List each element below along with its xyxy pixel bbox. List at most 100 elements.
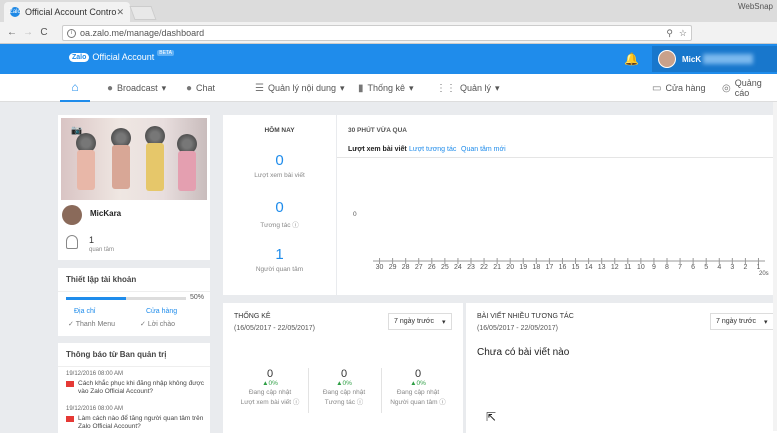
setup-link-store[interactable]: Cửa hàng	[146, 308, 177, 315]
x-tick-label: 14	[585, 264, 593, 271]
browser-tab[interactable]: Zalo Official Account Contro ✕	[4, 2, 130, 22]
help-icon[interactable]: ⓘ	[357, 399, 364, 406]
url-field[interactable]: i oa.zalo.me/manage/dashboard ⚲ ☆	[62, 25, 692, 41]
x-tick-label: 3	[730, 264, 734, 271]
profile-card: 📷 MicKara 1 quan tâm	[58, 115, 210, 260]
kpi-change: ▲0%	[410, 380, 426, 387]
kpi-followers: 0 ▲0% Đang cập nhật Người quan tâm ⓘ	[383, 368, 453, 406]
setup-link-address[interactable]: Địa chỉ	[74, 308, 95, 315]
back-arrow-icon[interactable]: ←	[4, 27, 20, 38]
kpi-value: 0	[414, 368, 422, 380]
kpi-label: Người quan tâm ⓘ	[383, 396, 453, 406]
menu-manage-label: Quản lý	[460, 83, 492, 93]
grid-icon: ⋮⋮	[436, 82, 456, 94]
bar-chart-icon: ▮	[358, 82, 364, 94]
today-stats-card: HÔM NAY 0 Lượt xem bài viết 0 Tương tác …	[223, 115, 336, 295]
weekly-range-select[interactable]: 7 ngày trước ▾	[388, 313, 452, 330]
mouse-cursor-icon: ⇱	[486, 410, 497, 424]
list-icon: ☰	[255, 82, 264, 94]
empty-posts-message: Chưa có bài viết nào	[477, 347, 570, 358]
home-tab[interactable]: ⌂	[60, 74, 90, 102]
chevron-down-icon: ▾	[161, 82, 167, 93]
vietnam-flag-icon	[66, 381, 74, 387]
bell-icon[interactable]: 🔔	[624, 52, 639, 66]
setup-done-greeting: ✓ Lời chào	[140, 321, 175, 328]
star-icon[interactable]: ☆	[679, 28, 687, 39]
kpi-status: Đang cập nhật	[248, 389, 292, 396]
vietnam-flag-icon	[66, 416, 74, 422]
account-menu[interactable]: MicK	[652, 46, 777, 72]
x-tick-label: 22	[480, 264, 488, 271]
info-icon[interactable]: i	[67, 28, 76, 38]
x-tick-label: 6	[691, 264, 695, 271]
app-header: Zalo Official Account BETA 🔔 MicK	[0, 44, 777, 74]
x-tick-label: 13	[598, 264, 606, 271]
menu-chat-label: Chat	[196, 83, 216, 93]
top-posts-range-select[interactable]: 7 ngày trước ▾	[710, 313, 774, 330]
setup-progress-fill	[66, 297, 126, 300]
browser-tab-strip: Zalo Official Account Contro ✕ WebSnap	[0, 0, 777, 22]
realtime-axis: 30 29 28 27 26 25 24 23 22 21 20 19 18 17 16 15 14 13 12 11…	[373, 258, 765, 271]
today-views-label: Lượt xem bài viết	[254, 172, 305, 179]
avatar	[658, 50, 676, 68]
setup-progress-bar	[66, 297, 186, 300]
admin-notice-card: Thông báo từ Ban quản trị 19/12/2016 08:…	[58, 343, 210, 433]
kpi-label: Tương tác ⓘ	[309, 396, 379, 406]
help-icon[interactable]: ⓘ	[292, 222, 299, 229]
notice-title: Thông báo từ Ban quản trị	[58, 343, 210, 367]
today-interactions-value: 0	[275, 199, 284, 216]
chevron-down-icon: ▾	[340, 82, 345, 93]
kpi-change: ▲0%	[336, 380, 352, 387]
setup-title: Thiết lập tài khoản	[58, 268, 210, 292]
x-tick-label: 1	[757, 264, 761, 271]
x-tick-label: 23	[467, 264, 475, 271]
help-icon[interactable]: ⓘ	[439, 399, 446, 406]
menu-broadcast-label: Broadcast	[117, 83, 158, 93]
menu-broadcast[interactable]: ● Broadcast ▾	[107, 74, 166, 102]
notice-time: 19/12/2016 08:00 AM	[66, 406, 124, 412]
zoom-icon[interactable]: ⚲	[666, 28, 673, 39]
forward-arrow-icon[interactable]: →	[20, 27, 36, 38]
help-icon[interactable]: ⓘ	[293, 399, 300, 406]
x-tick-label: 28	[402, 264, 410, 271]
kpi-value: 0	[340, 368, 348, 380]
kpi-label-text: Lượt xem bài viết	[240, 399, 292, 406]
done-greeting-label: Lời chào	[147, 321, 175, 328]
menu-content[interactable]: ☰ Quản lý nội dung ▾	[255, 74, 345, 102]
top-posts-range: (16/05/2017 - 22/05/2017)	[477, 325, 558, 332]
x-tick-label: 27	[415, 264, 423, 271]
notice-item[interactable]: Cách khắc phục khi đăng nhập không được …	[66, 380, 206, 396]
today-followers-value: 1	[275, 246, 284, 263]
profile-avatar[interactable]	[62, 205, 82, 225]
menu-ads[interactable]: ◎ Quảng cáo	[722, 74, 777, 102]
menu-chat[interactable]: ● Chat	[186, 74, 215, 102]
notice-item[interactable]: Làm cách nào để tăng người quan tâm trên…	[66, 415, 206, 431]
page-scrollbar[interactable]	[773, 102, 777, 431]
x-tick-label: 26	[428, 264, 436, 271]
store-icon: ▭	[652, 82, 662, 94]
account-name: MicK	[682, 54, 702, 64]
menu-store[interactable]: ▭ Cửa hàng	[652, 74, 706, 102]
weekly-stats-title: THỐNG KÊ	[234, 313, 271, 320]
beta-badge: BETA	[157, 50, 174, 56]
menu-ads-label: Quảng cáo	[734, 78, 762, 98]
x-tick-label: 18	[532, 264, 540, 271]
chevron-down-icon: ▾	[764, 318, 768, 326]
chevron-down-icon: ▾	[409, 82, 414, 93]
reload-icon[interactable]: C	[36, 27, 52, 38]
x-tick-label: 21	[493, 264, 501, 271]
menu-manage[interactable]: ⋮⋮ Quản lý ▾	[436, 74, 500, 102]
menu-stats[interactable]: ▮ Thống kê ▾	[358, 74, 414, 102]
broadcast-icon: ●	[107, 82, 114, 94]
x-tick-label: 2	[743, 264, 747, 271]
new-tab-button[interactable]	[129, 6, 157, 20]
top-posts-card: BÀI VIẾT NHIỀU TƯƠNG TÁC (16/05/2017 - 2…	[466, 303, 777, 433]
weekly-range-value: 7 ngày trước	[394, 318, 435, 325]
zalo-logo[interactable]: Zalo Official Account BETA	[69, 50, 174, 62]
cover-photo: 📷	[61, 118, 207, 200]
weekly-stats-range: (16/05/2017 - 22/05/2017)	[234, 325, 315, 332]
close-tab-icon[interactable]: ✕	[116, 7, 124, 18]
today-followers-label: Người quan tâm	[255, 266, 304, 273]
tab-title: Official Account Contro	[25, 7, 117, 17]
ads-icon: ◎	[722, 82, 731, 94]
